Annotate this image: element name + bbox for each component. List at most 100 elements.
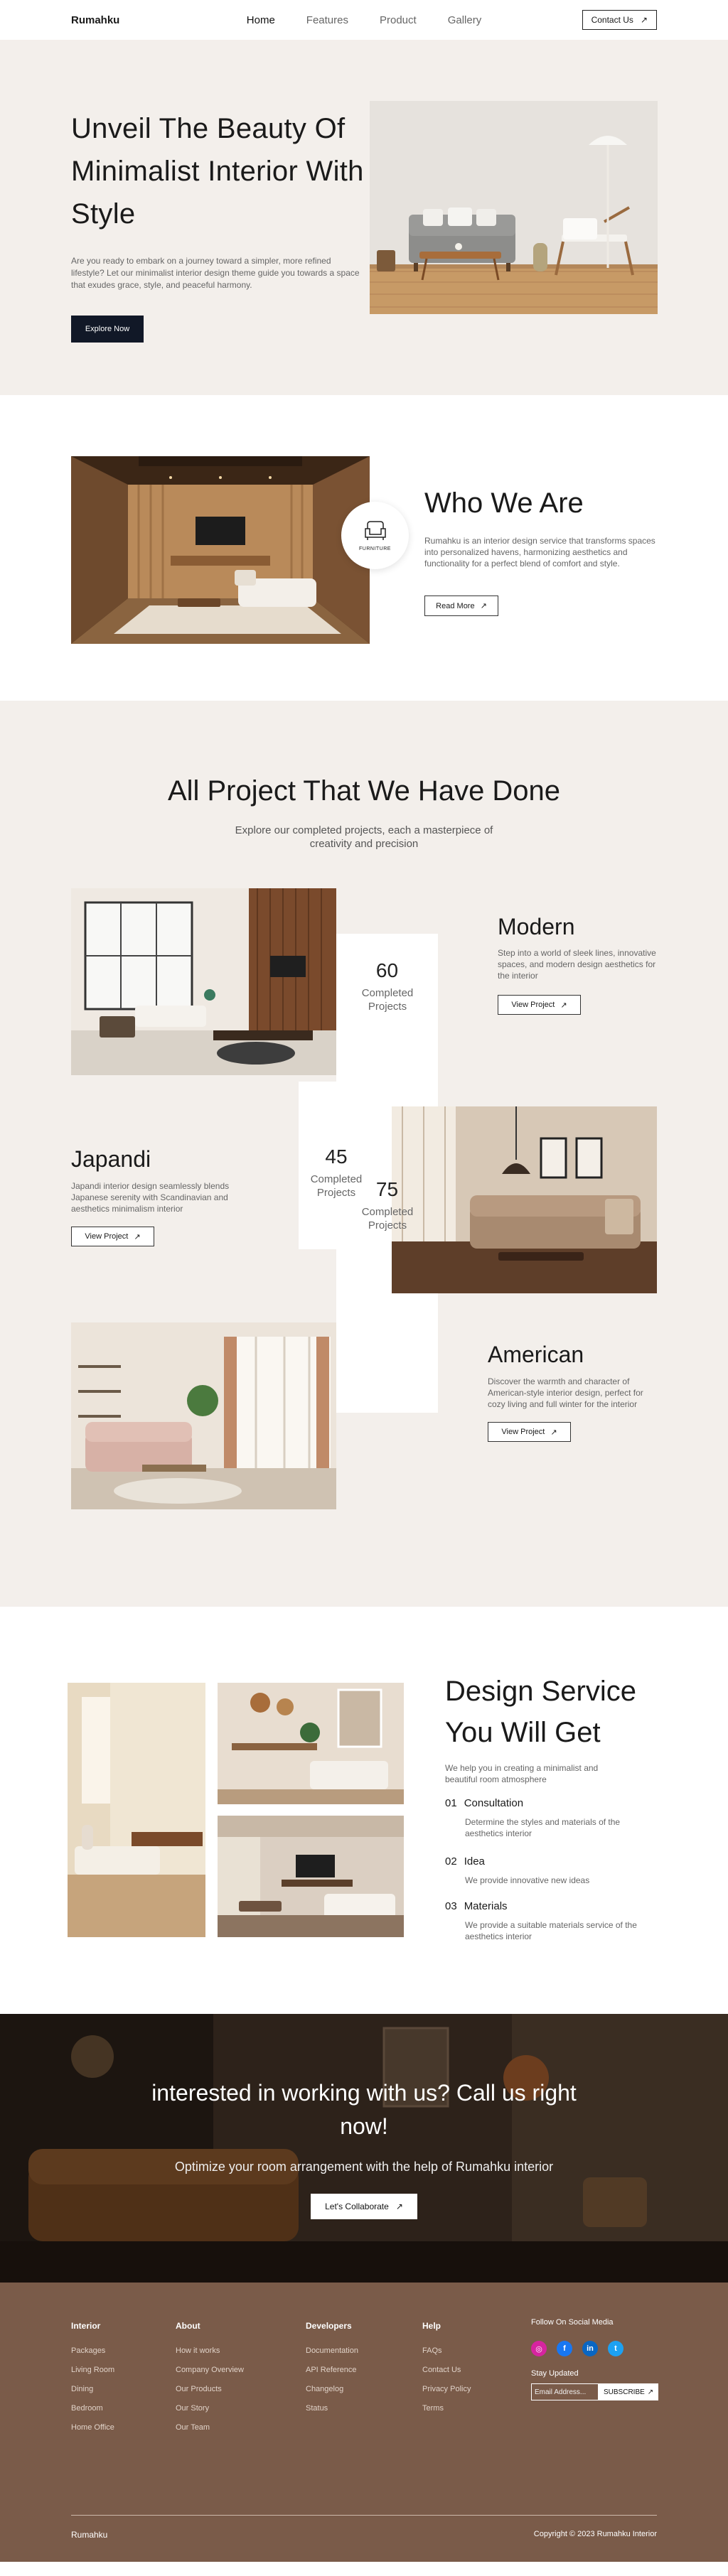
cta-title: interested in working with us? Call us r… [151, 2080, 577, 2139]
lets-collaborate-label: Let's Collaborate [325, 2202, 389, 2211]
footer-link[interactable]: FAQs [422, 2346, 471, 2355]
footer-link[interactable]: Dining [71, 2385, 114, 2393]
cta-background-image [0, 2014, 728, 2283]
footer: Interior Packages Living Room Dining Bed… [0, 2283, 728, 2562]
footer-column-title: About [176, 2321, 200, 2331]
modern-project-image [71, 888, 336, 1075]
projects-section: All Project That We Have Done Explore ou… [0, 701, 728, 1607]
service-section: Design Service You Will Get We help you … [0, 1607, 728, 2014]
cta-section: interested in working with us? Call us r… [0, 2014, 728, 2283]
nav-link-features[interactable]: Features [306, 14, 348, 26]
footer-link[interactable]: Terms [422, 2404, 471, 2413]
footer-link[interactable]: Status [306, 2404, 358, 2413]
social-icons: ◎ f in t [531, 2341, 658, 2356]
projects-title: All Project That We Have Done [167, 775, 561, 807]
badge-label: FURNITURE [359, 546, 391, 551]
service-item-description: We provide a suitable materials service … [465, 1920, 637, 1941]
email-input[interactable] [531, 2383, 599, 2400]
service-item-idea: 02 Idea We provide innovative new ideas [445, 1855, 643, 1886]
modern-view-project-button[interactable]: View Project ↗ [498, 995, 581, 1015]
arrow-up-right-icon: ↗ [480, 602, 487, 610]
lets-collaborate-button[interactable]: Let's Collaborate ↗ [311, 2194, 417, 2219]
footer-link[interactable]: Our Team [176, 2423, 244, 2432]
linkedin-icon[interactable]: in [582, 2341, 598, 2356]
footer-link[interactable]: Contact Us [422, 2366, 471, 2374]
explore-now-button[interactable]: Explore Now [71, 316, 144, 343]
contact-us-button[interactable]: Contact Us ↗ [582, 10, 657, 30]
footer-link[interactable]: How it works [176, 2346, 244, 2355]
footer-link[interactable]: API Reference [306, 2366, 358, 2374]
footer-link[interactable]: Packages [71, 2346, 114, 2355]
footer-link[interactable]: Privacy Policy [422, 2385, 471, 2393]
japandi-title: Japandi [71, 1146, 151, 1172]
service-item-title: Idea [464, 1855, 485, 1868]
footer-link[interactable]: Living Room [71, 2366, 114, 2374]
instagram-icon[interactable]: ◎ [531, 2341, 547, 2356]
stat-american-label: Completed Projects [361, 1206, 414, 1232]
service-item-number: 03 [445, 1900, 457, 1912]
arrow-up-right-icon: ↗ [134, 1232, 141, 1241]
stat-american: 75 Completed Projects [336, 1178, 438, 1232]
modern-title: Modern [498, 914, 575, 939]
service-tall-image [68, 1683, 205, 1937]
footer-link[interactable]: Documentation [306, 2346, 358, 2355]
stat-japandi-number: 45 [325, 1146, 348, 1168]
who-we-are-description: Rumahku is an interior design service th… [424, 536, 655, 568]
service-item-number: 02 [445, 1855, 457, 1868]
american-title: American [488, 1342, 584, 1367]
twitter-icon[interactable]: t [608, 2341, 623, 2356]
nav-links: Home Features Product Gallery [247, 14, 481, 26]
modern-description: Step into a world of sleek lines, innova… [498, 948, 656, 981]
furniture-badge: FURNITURE [341, 502, 409, 569]
arrow-up-right-icon: ↗ [550, 1428, 557, 1437]
contact-us-label: Contact Us [591, 15, 633, 25]
service-item-description: Determine the styles and materials of th… [465, 1817, 621, 1838]
footer-brand[interactable]: Rumahku [71, 2530, 107, 2540]
footer-link[interactable]: Bedroom [71, 2404, 114, 2413]
view-project-label: View Project [85, 1232, 129, 1241]
view-project-label: View Project [511, 1001, 555, 1009]
footer-column-developers: Developers Documentation API Reference C… [306, 2321, 358, 2423]
footer-column-title: Interior [71, 2321, 101, 2331]
nav-link-gallery[interactable]: Gallery [448, 14, 482, 26]
arrow-up-right-icon: ↗ [640, 15, 648, 25]
brand-logo[interactable]: Rumahku [71, 14, 119, 26]
footer-column-title: Developers [306, 2321, 352, 2331]
nav-link-home[interactable]: Home [247, 14, 275, 26]
stat-american-number: 75 [375, 1178, 399, 1200]
footer-link[interactable]: Our Story [176, 2404, 244, 2413]
read-more-button[interactable]: Read More ↗ [424, 596, 498, 616]
arrow-up-right-icon: ↗ [560, 1001, 567, 1010]
service-living-image [218, 1816, 404, 1937]
american-view-project-button[interactable]: View Project ↗ [488, 1422, 571, 1442]
projects-subtitle: Explore our completed projects, each a m… [235, 824, 493, 850]
who-we-are-section: FURNITURE Who We Are Rumahku is an inter… [0, 395, 728, 701]
footer-link[interactable]: Our Products [176, 2385, 244, 2393]
who-we-are-title: Who We Are [424, 487, 584, 519]
copyright-text: Copyright © 2023 Rumahku Interior [533, 2530, 657, 2538]
footer-column-about: About How it works Company Overview Our … [176, 2321, 244, 2442]
american-project-image [71, 1322, 336, 1509]
cta-subtitle: Optimize your room arrangement with the … [174, 2160, 554, 2174]
service-dining-image [218, 1683, 404, 1804]
subscribe-label: SUBSCRIBE [604, 2388, 645, 2396]
hero-description: Are you ready to embark on a journey tow… [71, 256, 360, 290]
footer-column-help: Help FAQs Contact Us Privacy Policy Term… [422, 2321, 471, 2423]
footer-link[interactable]: Home Office [71, 2423, 114, 2432]
hero-section: Unveil The Beauty Of Minimalist Interior… [0, 40, 728, 395]
arrow-up-right-icon: ↗ [647, 2388, 654, 2396]
service-item-consultation: 01 Consultation Determine the styles and … [445, 1797, 643, 1839]
social-title: Follow On Social Media [531, 2318, 614, 2327]
newsletter-form: SUBSCRIBE ↗ [531, 2383, 659, 2400]
stay-updated-title: Stay Updated [531, 2369, 579, 2378]
footer-link[interactable]: Company Overview [176, 2366, 244, 2374]
facebook-icon[interactable]: f [557, 2341, 572, 2356]
footer-link[interactable]: Changelog [306, 2385, 358, 2393]
footer-column-interior: Interior Packages Living Room Dining Bed… [71, 2321, 114, 2442]
hero-title: Unveil The Beauty Of Minimalist Interior… [71, 113, 364, 230]
service-item-description: We provide innovative new ideas [465, 1875, 590, 1885]
service-title: Design Service You Will Get [445, 1676, 637, 1748]
subscribe-button[interactable]: SUBSCRIBE ↗ [599, 2383, 659, 2400]
nav-link-product[interactable]: Product [380, 14, 417, 26]
japandi-view-project-button[interactable]: View Project ↗ [71, 1227, 154, 1246]
